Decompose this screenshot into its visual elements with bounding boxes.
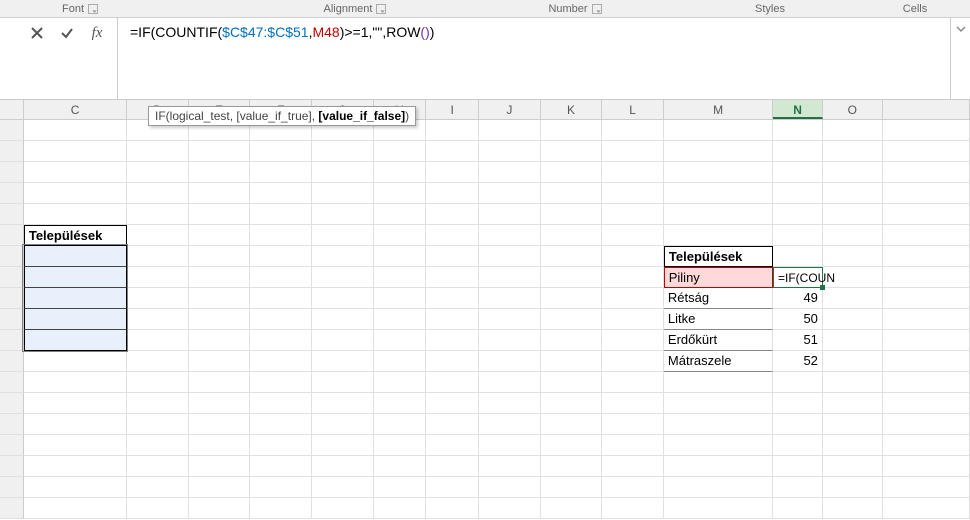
name-box-area: fx <box>0 18 118 99</box>
list-item[interactable]: Mátraszele <box>664 351 773 372</box>
list-item[interactable]: 52 <box>773 351 823 372</box>
enter-button[interactable] <box>57 23 77 43</box>
ribbon-group-labels: Font Alignment Number Styles Cells <box>0 0 970 18</box>
active-cell[interactable]: =IF(COUN <box>773 267 823 288</box>
table-row[interactable] <box>24 330 127 351</box>
col-header-C[interactable]: C <box>24 100 127 119</box>
dialog-launcher-icon[interactable] <box>88 4 98 14</box>
list-item[interactable]: Erdőkürt <box>664 330 773 351</box>
col-header-J[interactable]: J <box>479 100 541 119</box>
list-item[interactable]: Rétság <box>664 288 773 309</box>
check-icon <box>60 26 74 40</box>
col-header-I[interactable]: I <box>426 100 479 119</box>
group-number: Number <box>530 3 620 15</box>
col-header-N[interactable]: N <box>773 100 823 119</box>
col-header-O[interactable]: O <box>823 100 883 119</box>
list-item[interactable]: Piliny <box>664 267 773 288</box>
cell-grid[interactable]: Települések Települések Piliny=IF(COUN R… <box>0 120 970 520</box>
list-item[interactable]: Litke <box>664 309 773 330</box>
table-row[interactable] <box>24 246 127 267</box>
x-icon <box>30 26 44 40</box>
col-header-K[interactable]: K <box>541 100 603 119</box>
col-header-M[interactable]: M <box>664 100 773 119</box>
insert-function-button[interactable]: fx <box>87 23 107 43</box>
chevron-down-icon <box>956 24 966 34</box>
list-item[interactable]: 51 <box>773 330 823 351</box>
fill-handle[interactable] <box>820 285 825 290</box>
function-hint-tooltip[interactable]: IF(logical_test, [value_if_true], [value… <box>148 106 416 126</box>
table-row[interactable] <box>24 309 127 330</box>
column-headers[interactable]: C D E F G H I J K L M N O <box>0 100 970 120</box>
formula-input[interactable]: =IF(COUNTIF($C$47:$C$51,M48)>=1,"",ROW()… <box>118 18 950 99</box>
group-styles: Styles <box>740 3 800 15</box>
list-item[interactable]: 49 <box>773 288 823 309</box>
dialog-launcher-icon[interactable] <box>592 4 602 14</box>
right-table-header[interactable]: Települések <box>664 246 773 267</box>
expand-formula-bar[interactable] <box>950 18 970 99</box>
group-cells: Cells <box>890 3 940 15</box>
col-header-L[interactable]: L <box>602 100 664 119</box>
group-font: Font <box>40 3 120 15</box>
table-row[interactable] <box>24 288 127 309</box>
dialog-launcher-icon[interactable] <box>376 4 386 14</box>
formula-bar: fx =IF(COUNTIF($C$47:$C$51,M48)>=1,"",RO… <box>0 18 970 100</box>
group-alignment: Alignment <box>300 3 410 15</box>
left-table-header[interactable]: Települések <box>24 225 127 246</box>
col-header-blank[interactable] <box>883 100 970 119</box>
table-row[interactable] <box>24 267 127 288</box>
list-item[interactable]: 50 <box>773 309 823 330</box>
cancel-button[interactable] <box>27 23 47 43</box>
